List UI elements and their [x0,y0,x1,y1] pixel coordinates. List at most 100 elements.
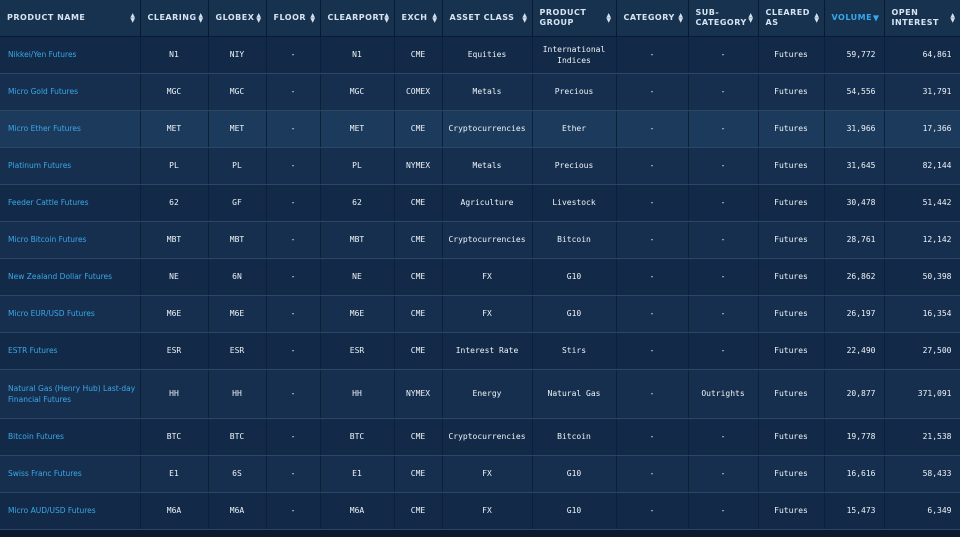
column-header-label: CATEGORY [623,12,675,22]
cell-open-interest: 51,442 [884,184,960,222]
cell-volume: 31,645 [824,147,885,185]
cell-volume: 20,877 [824,369,885,419]
table-row[interactable]: Feeder Cattle Futures 62 GF -62 CME Agricultu… [0,184,960,222]
cell-globex: PL [208,147,267,185]
cell-floor: - [266,36,321,74]
cell-open-interest: 82,144 [884,147,960,185]
sort-both-icon[interactable]: ▲ ▼ [198,12,203,23]
column-header-product-group[interactable]: PRODUCT GROUP ▲ ▼ [532,0,617,37]
column-header-category[interactable]: CATEGORY ▲ ▼ [616,0,689,37]
sort-both-icon[interactable]: ▲ ▼ [748,12,753,23]
product-name-link[interactable]: Natural Gas (Henry Hub) Last-day Financi… [0,369,141,419]
product-name-link[interactable]: Micro EUR/USD Futures [0,295,141,333]
cell-floor: - [266,221,321,259]
cell-product-group: Precious [532,147,617,185]
table-row[interactable]: Nikkei/Yen Futures N1 NIY - N1 CME Equities Int… [0,36,960,74]
cell-floor: - [266,492,321,530]
product-name-link[interactable]: Feeder Cattle Futures [0,184,141,222]
cell-exch: NYMEX [394,147,443,185]
product-name-link[interactable]: Micro Ether Futures [0,110,141,148]
table-row[interactable]: Swiss Franc Futures E1 6S - E1 CME FX G10- - Futu… [0,455,960,493]
column-header-label: FLOOR [273,12,307,22]
sort-both-icon[interactable]: ▲ ▼ [310,12,315,23]
column-header-open-interest[interactable]: OPEN INTEREST ▲ ▼ [884,0,960,37]
table-row[interactable]: Micro AUD/USD Futures M6A M6A - M6A CME FX G10-… [0,492,960,530]
sort-both-icon[interactable]: ▲ ▼ [522,12,527,23]
cell-sub-category: - [688,258,759,296]
product-name-link[interactable]: Micro Bitcoin Futures [0,221,141,259]
cell-cleared-as: Futures [758,147,825,185]
sort-desc-icon[interactable]: ▼ [873,14,880,22]
cell-clearing: E1 [140,455,209,493]
cell-product-group: Stirs [532,332,617,370]
table-row[interactable]: New Zealand Dollar Futures NE 6N - NE CME FX G1… [0,258,960,296]
product-name-link[interactable]: Micro Gold Futures [0,73,141,111]
cell-cleared-as: Futures [758,110,825,148]
cell-clearport: ESR [320,332,395,370]
column-header-floor[interactable]: FLOOR ▲ ▼ [266,0,321,37]
column-header-label: EXCH [401,12,428,22]
product-name-link[interactable]: Nikkei/Yen Futures [0,36,141,74]
cell-volume: 26,197 [824,295,885,333]
column-header-globex[interactable]: GLOBEX ▲ ▼ [208,0,267,37]
product-name-link[interactable]: Platinum Futures [0,147,141,185]
sort-both-icon[interactable]: ▲ ▼ [678,12,683,23]
cell-exch: CME [394,455,443,493]
product-name-link[interactable]: New Zealand Dollar Futures [0,258,141,296]
column-header-product-name[interactable]: PRODUCT NAME ▲ ▼ [0,0,141,37]
cell-volume: 31,966 [824,110,885,148]
cell-floor: - [266,110,321,148]
column-header-sub-category[interactable]: SUB-CATEGORY ▲ ▼ [688,0,759,37]
table-row[interactable]: Micro Bitcoin Futures MBT MBT - MBT CME Crypto… [0,221,960,259]
cell-cleared-as: Futures [758,295,825,333]
column-header-label: CLEARING [147,12,197,22]
table-row[interactable]: Platinum Futures PL PL - PL NYMEX Metals Precio… [0,147,960,185]
cell-category: - [616,295,689,333]
cell-exch: CME [394,258,443,296]
sort-both-icon[interactable]: ▲ ▼ [606,12,611,23]
table-row[interactable]: Micro EUR/USD Futures M6E M6E - M6E CME FX G10-… [0,295,960,333]
cell-sub-category: - [688,110,759,148]
cell-asset-class: FX [442,258,533,296]
column-header-cleared-as[interactable]: CLEARED AS ▲ ▼ [758,0,825,37]
product-name-link[interactable]: Bitcoin Futures [0,418,141,456]
column-header-exch[interactable]: EXCH ▲ ▼ [394,0,443,37]
cell-volume: 16,616 [824,455,885,493]
table-row[interactable]: Bitcoin Futures BTC BTC - BTC CME Cryptocurren… [0,418,960,456]
sort-both-icon[interactable]: ▲ ▼ [256,12,261,23]
product-name-link[interactable]: ESTR Futures [0,332,141,370]
cell-sub-category: - [688,147,759,185]
cell-category: - [616,455,689,493]
sort-both-icon[interactable]: ▲ ▼ [384,12,389,23]
product-name-link[interactable]: Swiss Franc Futures [0,455,141,493]
table-row[interactable]: ESTR Futures ESR ESR - ESR CME Interest Rate St… [0,332,960,370]
cell-clearport: MGC [320,73,395,111]
cell-asset-class: Cryptocurrencies [442,221,533,259]
cell-category: - [616,36,689,74]
cell-globex: M6A [208,492,267,530]
table-body: Nikkei/Yen Futures N1 NIY - N1 CME Equities Int… [0,36,960,530]
cell-asset-class: FX [442,492,533,530]
sort-both-icon[interactable]: ▲ ▼ [814,12,819,23]
cell-cleared-as: Futures [758,369,825,419]
table-row[interactable]: Micro Gold Futures MGC MGC - MGC COMEX Metals P… [0,73,960,111]
cell-volume: 28,761 [824,221,885,259]
cell-cleared-as: Futures [758,36,825,74]
column-header-clearing[interactable]: CLEARING ▲ ▼ [140,0,209,37]
table-row[interactable]: Natural Gas (Henry Hub) Last-day Financi… [0,369,960,419]
cell-clearing: MET [140,110,209,148]
sort-both-icon[interactable]: ▲ ▼ [950,12,955,23]
cell-sub-category: - [688,492,759,530]
cell-open-interest: 6,349 [884,492,960,530]
cell-globex: M6E [208,295,267,333]
cell-asset-class: FX [442,295,533,333]
product-name-link[interactable]: Micro AUD/USD Futures [0,492,141,530]
cell-globex: ESR [208,332,267,370]
sort-both-icon[interactable]: ▲ ▼ [432,12,437,23]
column-header-clearport[interactable]: CLEARPORT ▲ ▼ [320,0,395,37]
table-row[interactable]: Micro Ether Futures MET MET - MET CME Cryptocu… [0,110,960,148]
column-header-asset-class[interactable]: ASSET CLASS ▲ ▼ [442,0,533,37]
column-header-volume[interactable]: VOLUME ▼ [824,0,885,37]
sort-both-icon[interactable]: ▲ ▼ [130,12,135,23]
cell-exch: CME [394,332,443,370]
